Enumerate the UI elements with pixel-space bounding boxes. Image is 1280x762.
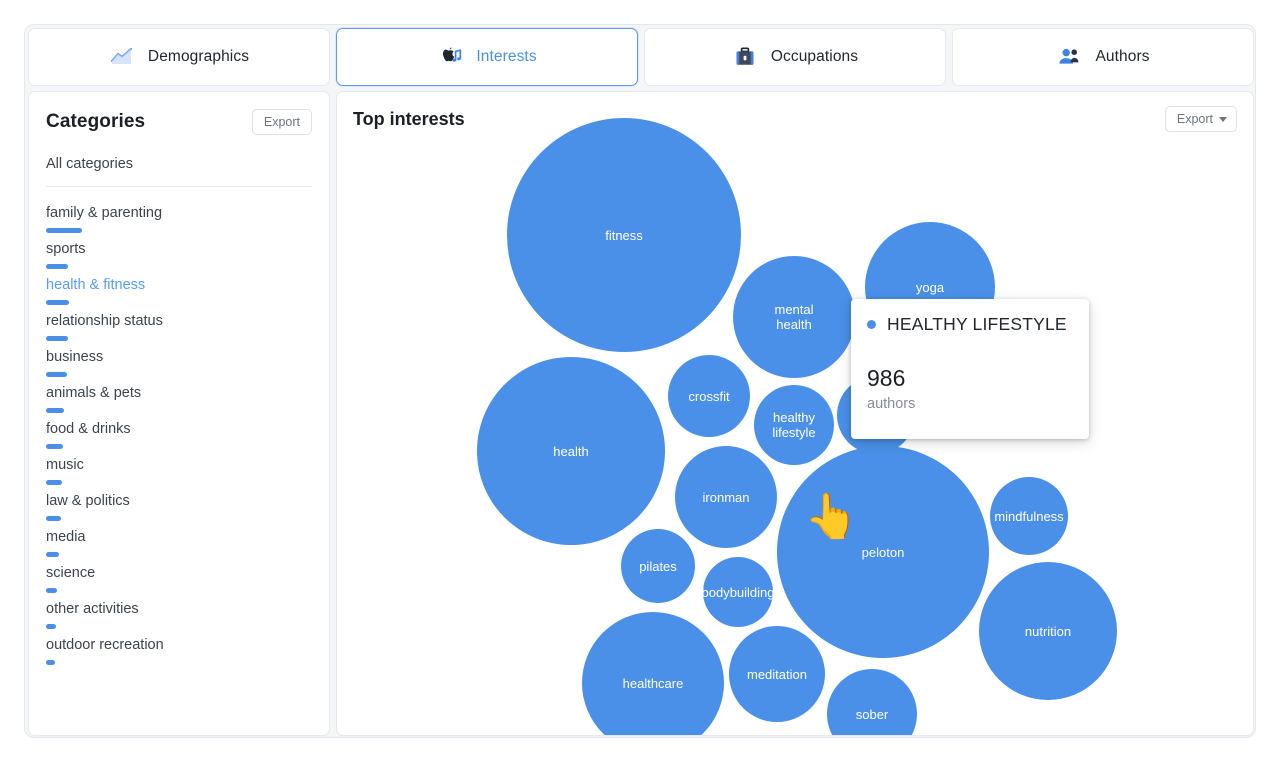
legend-dot-icon — [867, 320, 876, 329]
bubble-healthcare[interactable]: healthcare — [582, 612, 724, 736]
tab-bar: Demographics Interests — [25, 25, 1256, 88]
tooltip-value: 986 — [867, 365, 1073, 392]
bubble-healthy-lifestyle[interactable]: healthy lifestyle — [754, 385, 834, 465]
top-interests-panel: fitness health peloton yoga mental health hea… — [336, 91, 1254, 736]
tooltip-header: HEALTHY LIFESTYLE — [867, 314, 1073, 335]
bubble-bodybuilding[interactable]: bodybuilding — [703, 557, 773, 627]
bubble-crossfit[interactable]: crossfit — [668, 355, 750, 437]
tab-interests[interactable]: Interests — [336, 28, 638, 86]
category-item[interactable]: health & fitness — [46, 269, 312, 305]
categories-header: Categories Export — [29, 92, 329, 135]
category-item[interactable]: animals & pets — [46, 377, 312, 413]
category-item-label: business — [46, 348, 312, 367]
bubble-tooltip: HEALTHY LIFESTYLE 986 authors — [851, 299, 1089, 439]
bubble-label: crossfit — [688, 389, 729, 404]
bubble-pilates[interactable]: pilates — [621, 529, 695, 603]
category-item-label: food & drinks — [46, 420, 312, 439]
bubble-chart: fitness health peloton yoga mental health hea… — [337, 92, 1253, 735]
category-item-label: relationship status — [46, 312, 312, 331]
bubble-label: healthcare — [623, 676, 684, 691]
categories-panel: Categories Export All categories family … — [28, 91, 330, 736]
chevron-down-icon — [1219, 117, 1227, 122]
bubble-ironman[interactable]: ironman — [675, 446, 777, 548]
bubble-label: fitness — [605, 228, 643, 243]
tab-demographics-label: Demographics — [148, 48, 249, 66]
category-item[interactable]: science — [46, 557, 312, 593]
bubble-meditation[interactable]: meditation — [729, 626, 825, 722]
bubble-health[interactable]: health — [477, 357, 665, 545]
category-item-label: other activities — [46, 600, 312, 619]
briefcase-icon — [732, 44, 758, 70]
category-item-label: law & politics — [46, 492, 312, 511]
category-item-label: animals & pets — [46, 384, 312, 403]
bubble-label: sober — [856, 707, 889, 722]
bubble-label: mindfulness — [994, 509, 1063, 524]
category-item-label: science — [46, 564, 312, 583]
bubble-peloton[interactable]: peloton — [777, 446, 989, 658]
bubble-label: healthy lifestyle — [772, 410, 815, 440]
chart-title: Top interests — [353, 109, 465, 130]
category-item[interactable]: sports — [46, 233, 312, 269]
bubble-label: health — [553, 444, 588, 459]
categories-divider — [46, 186, 312, 187]
tab-authors-label: Authors — [1095, 48, 1149, 66]
tab-interests-label: Interests — [476, 48, 536, 66]
app-window: Demographics Interests — [24, 24, 1256, 738]
bubble-mindfulness[interactable]: mindfulness — [990, 477, 1068, 555]
category-item[interactable]: family & parenting — [46, 197, 312, 233]
category-item[interactable]: business — [46, 341, 312, 377]
category-item[interactable]: other activities — [46, 593, 312, 629]
bubble-label: bodybuilding — [702, 585, 775, 600]
tooltip-title: HEALTHY LIFESTYLE — [887, 314, 1067, 335]
category-item-label: music — [46, 456, 312, 475]
categories-list: All categories family & parenting sports h… — [29, 135, 329, 665]
tooltip-unit: authors — [867, 396, 1073, 412]
bubble-label: yoga — [916, 280, 944, 295]
chart-header: Top interests Export — [337, 92, 1253, 132]
tab-occupations-label: Occupations — [771, 48, 858, 66]
tab-occupations[interactable]: Occupations — [644, 28, 946, 86]
category-item-label: outdoor recreation — [46, 636, 312, 655]
bubble-mental-health[interactable]: mental health — [733, 256, 855, 378]
category-item-label: family & parenting — [46, 204, 312, 223]
chart-export-label: Export — [1177, 112, 1213, 126]
category-all[interactable]: All categories — [46, 156, 312, 186]
bubble-label: ironman — [703, 490, 750, 505]
bubble-label: peloton — [862, 545, 905, 560]
categories-export-button[interactable]: Export — [252, 109, 312, 135]
bubble-label: nutrition — [1025, 624, 1071, 639]
bubble-sober[interactable]: sober — [827, 669, 917, 736]
categories-title: Categories — [46, 111, 145, 133]
category-item[interactable]: media — [46, 521, 312, 557]
bubble-label: mental health — [774, 302, 813, 332]
bubble-label: meditation — [747, 667, 807, 682]
chart-line-icon — [109, 44, 135, 70]
category-item[interactable]: law & politics — [46, 485, 312, 521]
people-icon — [1056, 44, 1082, 70]
category-item-label: health & fitness — [46, 276, 312, 295]
bubble-label: pilates — [639, 559, 677, 574]
category-item[interactable]: relationship status — [46, 305, 312, 341]
category-item-label: sports — [46, 240, 312, 259]
tab-demographics[interactable]: Demographics — [28, 28, 330, 86]
music-apple-icon — [437, 44, 463, 70]
chart-export-dropdown[interactable]: Export — [1165, 106, 1237, 132]
category-item[interactable]: music — [46, 449, 312, 485]
bubble-nutrition[interactable]: nutrition — [979, 562, 1117, 700]
category-item[interactable]: outdoor recreation — [46, 629, 312, 665]
category-item[interactable]: food & drinks — [46, 413, 312, 449]
category-volume-bar — [46, 660, 55, 665]
bubble-fitness[interactable]: fitness — [507, 118, 741, 352]
tab-authors[interactable]: Authors — [952, 28, 1254, 86]
category-item-label: media — [46, 528, 312, 547]
